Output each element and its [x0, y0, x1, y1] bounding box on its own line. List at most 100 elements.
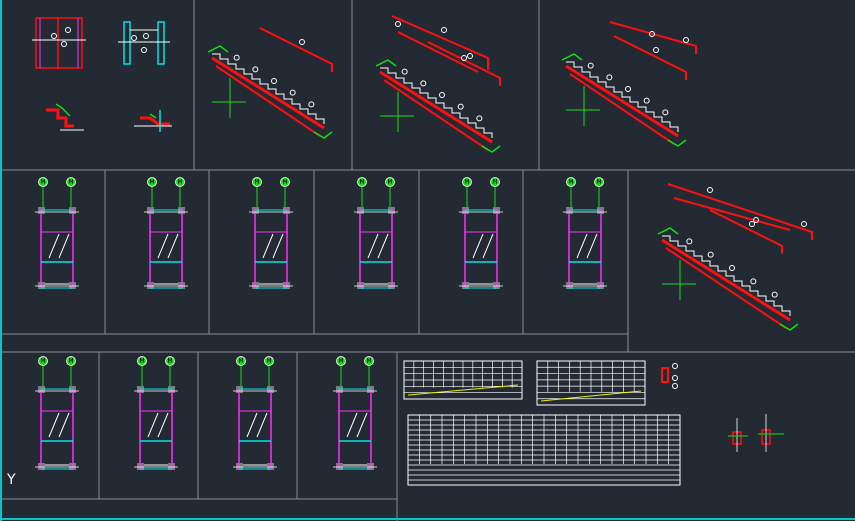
line-segment — [167, 233, 179, 259]
polyline — [215, 65, 321, 137]
grid-bubble-label: H — [68, 179, 73, 186]
grid-bubble: H — [364, 356, 374, 366]
grid-bubble-label: H — [492, 179, 497, 186]
detail-panel-1[interactable] — [32, 17, 172, 132]
plan-outline — [359, 209, 393, 289]
annotation-circle — [441, 27, 447, 33]
annotation-circle — [252, 66, 259, 73]
grid-bubble-label: H — [149, 179, 154, 186]
annotation-circle — [141, 47, 147, 53]
schedule-table-1 — [403, 360, 523, 400]
annotation-circle — [401, 68, 408, 75]
grid-bubble: H — [66, 356, 76, 366]
plan-outline — [149, 209, 183, 289]
grid-bubble-label: H — [596, 179, 601, 186]
stair-section-2 — [375, 41, 501, 153]
polyline — [657, 227, 679, 235]
annotation-circle — [653, 47, 659, 53]
grid-bubble: H — [137, 356, 147, 366]
line-segment — [58, 233, 70, 259]
annotation-circle — [131, 35, 137, 41]
polyline — [140, 116, 170, 126]
grid-bubble: H — [462, 177, 472, 187]
annotation-circle — [643, 97, 650, 104]
line-segment — [246, 412, 258, 438]
line-segment — [367, 233, 379, 259]
crosshair — [0, 0, 855, 521]
line-segment — [256, 412, 268, 438]
line-segment — [472, 233, 484, 259]
annotation-circle — [457, 103, 464, 110]
polyline — [391, 15, 489, 70]
grid-bubble: H — [66, 177, 76, 187]
grid-bubble-label: H — [177, 179, 182, 186]
ucs-label: Y — [6, 472, 16, 488]
polyline — [569, 73, 675, 145]
grid-bubble-label: H — [254, 179, 259, 186]
polyline — [667, 139, 687, 147]
stair-plan-row3-2: HH — [134, 356, 178, 470]
detail-post — [123, 21, 131, 65]
polyline — [566, 61, 679, 132]
annotation-circle — [289, 89, 296, 96]
grid-bubble: H — [385, 177, 395, 187]
stair-sections[interactable] — [207, 15, 813, 331]
stair-plan-row2-3: HH — [249, 177, 293, 289]
grid-bubble: H — [165, 356, 175, 366]
line-segment — [272, 233, 284, 259]
grid-bubble: H — [594, 177, 604, 187]
stair-plan-row2-1: HH — [35, 177, 79, 289]
annotation-circle — [662, 109, 669, 116]
polyline — [380, 67, 493, 138]
annotation-circle — [707, 187, 713, 193]
polyline — [561, 53, 583, 61]
plan-outline — [338, 388, 372, 470]
grid-bubble: H — [336, 356, 346, 366]
grid-bubble-label: H — [387, 179, 392, 186]
polyline — [673, 197, 791, 231]
panel-frames — [0, 0, 855, 521]
annotation-circle — [308, 101, 315, 108]
polyline — [383, 79, 489, 151]
line-segment — [346, 412, 358, 438]
detail-c — [46, 103, 84, 131]
plan-outline — [40, 388, 74, 470]
polyline — [313, 131, 333, 139]
stair-plan-row2-4: HH — [354, 177, 398, 289]
grid-bubble: H — [264, 356, 274, 366]
line-segment — [482, 233, 494, 259]
schedule-tables[interactable] — [403, 360, 784, 486]
polyline — [211, 56, 325, 130]
line-segment — [356, 412, 368, 438]
detail-frame — [35, 17, 83, 69]
polyline — [613, 35, 687, 80]
detail-d — [134, 110, 172, 132]
annotation-circle — [299, 39, 305, 45]
polyline — [375, 59, 397, 67]
grid-bubble: H — [252, 177, 262, 187]
grid-bubble: H — [175, 177, 185, 187]
grid-bubble: H — [236, 356, 246, 366]
line-segment — [157, 412, 169, 438]
annotation-circle — [65, 27, 71, 33]
grid-bubble-label: H — [464, 179, 469, 186]
annotation-circle — [749, 221, 755, 227]
line-segment — [377, 233, 389, 259]
annotation-circle — [686, 238, 693, 245]
polyline — [667, 183, 813, 240]
drawing-canvas[interactable]: H H H H H H H H H H H HH H H H H H H H Y — [0, 0, 855, 521]
small-detail-red — [661, 367, 669, 383]
grid-bubble: H — [147, 177, 157, 187]
annotation-circle — [233, 54, 240, 61]
annotation-circle — [606, 74, 613, 81]
plan-outline — [464, 209, 498, 289]
grid-bubble-label: H — [568, 179, 573, 186]
annotation-circle — [625, 86, 631, 92]
polyline — [397, 31, 479, 73]
polyline — [665, 247, 787, 329]
polyline — [481, 145, 501, 153]
line-segment — [48, 412, 60, 438]
grid-bubble-label: H — [366, 358, 371, 365]
grid-bubble-label: H — [40, 179, 45, 186]
polyline — [207, 45, 229, 53]
